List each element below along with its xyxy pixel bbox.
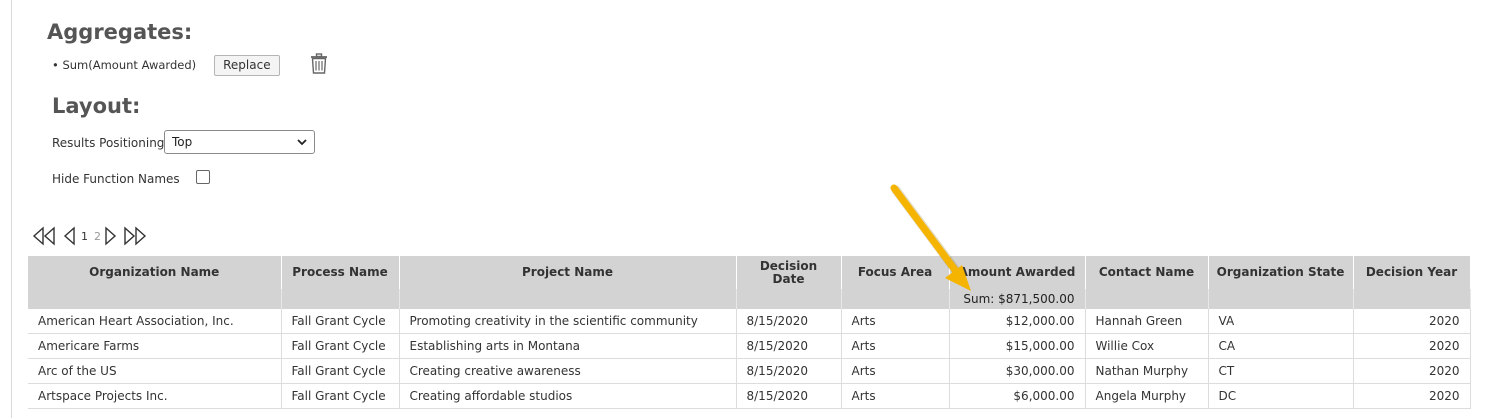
trash-icon[interactable]	[310, 53, 328, 74]
cell-decision-year: 2020	[1353, 383, 1471, 409]
aggregate-cell	[281, 289, 400, 309]
cell-amount-awarded: $6,000.00	[949, 383, 1086, 409]
table-row[interactable]: Arc of the US Fall Grant Cycle Creating …	[28, 358, 1471, 384]
cell-decision-date: 8/15/2020	[736, 309, 842, 334]
cell-amount-awarded: $15,000.00	[949, 333, 1086, 359]
cell-process-name: Fall Grant Cycle	[281, 358, 400, 384]
cell-organization-name: Americare Farms	[28, 333, 282, 359]
cell-contact-name: Willie Cox	[1085, 333, 1209, 359]
results-positioning-select[interactable]: Top	[164, 130, 315, 154]
cell-project-name: Promoting creativity in the scientific c…	[399, 309, 737, 334]
aggregates-heading: Aggregates:	[47, 20, 193, 44]
cell-process-name: Fall Grant Cycle	[281, 333, 400, 359]
cell-focus-area: Arts	[841, 309, 950, 334]
cell-decision-date: 8/15/2020	[736, 383, 842, 409]
results-table: Organization Name Process Name Project N…	[28, 256, 1471, 409]
cell-focus-area: Arts	[841, 358, 950, 384]
column-header-decision-year[interactable]: Decision Year	[1353, 256, 1471, 289]
cell-decision-date: 8/15/2020	[736, 333, 842, 359]
aggregate-cell	[1208, 289, 1354, 309]
page-2-link[interactable]: 2	[94, 230, 101, 243]
cell-organization-name: Artspace Projects Inc.	[28, 383, 282, 409]
cell-decision-year: 2020	[1353, 358, 1471, 384]
aggregate-cell	[1353, 289, 1471, 309]
pagination: 1 2	[32, 226, 150, 246]
column-header-amount-awarded[interactable]: Amount Awarded	[949, 256, 1086, 289]
first-page-icon[interactable]	[32, 226, 58, 246]
cell-organization-state: CA	[1208, 333, 1354, 359]
header-row: Organization Name Process Name Project N…	[28, 256, 1471, 289]
results-positioning-value: Top	[172, 135, 193, 149]
aggregate-cell	[1085, 289, 1209, 309]
hide-function-names-checkbox[interactable]	[196, 170, 210, 184]
aggregate-item-label: • Sum(Amount Awarded)	[52, 58, 197, 72]
cell-decision-date: 8/15/2020	[736, 358, 842, 384]
chevron-down-icon	[297, 139, 307, 146]
column-header-contact-name[interactable]: Contact Name	[1085, 256, 1209, 289]
page-left-border	[11, 0, 12, 418]
cell-project-name: Creating affordable studios	[399, 383, 737, 409]
previous-page-icon[interactable]	[62, 226, 78, 246]
amount-awarded-sum: Sum: $871,500.00	[949, 289, 1086, 309]
cell-contact-name: Angela Murphy	[1085, 383, 1209, 409]
cell-focus-area: Arts	[841, 333, 950, 359]
column-header-organization-state[interactable]: Organization State	[1208, 256, 1354, 289]
table-row[interactable]: Artspace Projects Inc. Fall Grant Cycle …	[28, 383, 1471, 409]
cell-decision-year: 2020	[1353, 309, 1471, 334]
cell-organization-state: VA	[1208, 309, 1354, 334]
page-1-current: 1	[81, 229, 88, 243]
column-header-organization-name[interactable]: Organization Name	[28, 256, 282, 289]
cell-amount-awarded: $30,000.00	[949, 358, 1086, 384]
cell-contact-name: Hannah Green	[1085, 309, 1209, 334]
replace-button[interactable]: Replace	[214, 54, 280, 76]
aggregate-item-row: • Sum(Amount Awarded) Replace	[52, 53, 280, 77]
table-row[interactable]: American Heart Association, Inc. Fall Gr…	[28, 309, 1471, 334]
cell-decision-year: 2020	[1353, 333, 1471, 359]
cell-process-name: Fall Grant Cycle	[281, 309, 400, 334]
cell-process-name: Fall Grant Cycle	[281, 383, 400, 409]
aggregate-cell	[399, 289, 737, 309]
aggregate-row: Sum: $871,500.00	[28, 289, 1471, 309]
cell-focus-area: Arts	[841, 383, 950, 409]
table-row[interactable]: Americare Farms Fall Grant Cycle Establi…	[28, 333, 1471, 359]
cell-project-name: Creating creative awareness	[399, 358, 737, 384]
aggregate-cell	[736, 289, 842, 309]
aggregate-cell	[841, 289, 950, 309]
column-header-process-name[interactable]: Process Name	[281, 256, 400, 289]
cell-organization-name: American Heart Association, Inc.	[28, 309, 282, 334]
cell-contact-name: Nathan Murphy	[1085, 358, 1209, 384]
column-header-decision-date[interactable]: Decision Date	[736, 256, 842, 289]
hide-function-names-label: Hide Function Names	[52, 172, 180, 186]
cell-organization-state: CT	[1208, 358, 1354, 384]
cell-amount-awarded: $12,000.00	[949, 309, 1086, 334]
layout-heading: Layout:	[52, 94, 141, 118]
cell-project-name: Establishing arts in Montana	[399, 333, 737, 359]
column-header-project-name[interactable]: Project Name	[399, 256, 737, 289]
next-page-icon[interactable]	[104, 226, 118, 246]
results-positioning-label: Results Positioning	[52, 136, 165, 150]
cell-organization-name: Arc of the US	[28, 358, 282, 384]
column-header-focus-area[interactable]: Focus Area	[841, 256, 950, 289]
last-page-icon[interactable]	[122, 226, 150, 246]
aggregate-cell	[28, 289, 282, 309]
cell-organization-state: DC	[1208, 383, 1354, 409]
